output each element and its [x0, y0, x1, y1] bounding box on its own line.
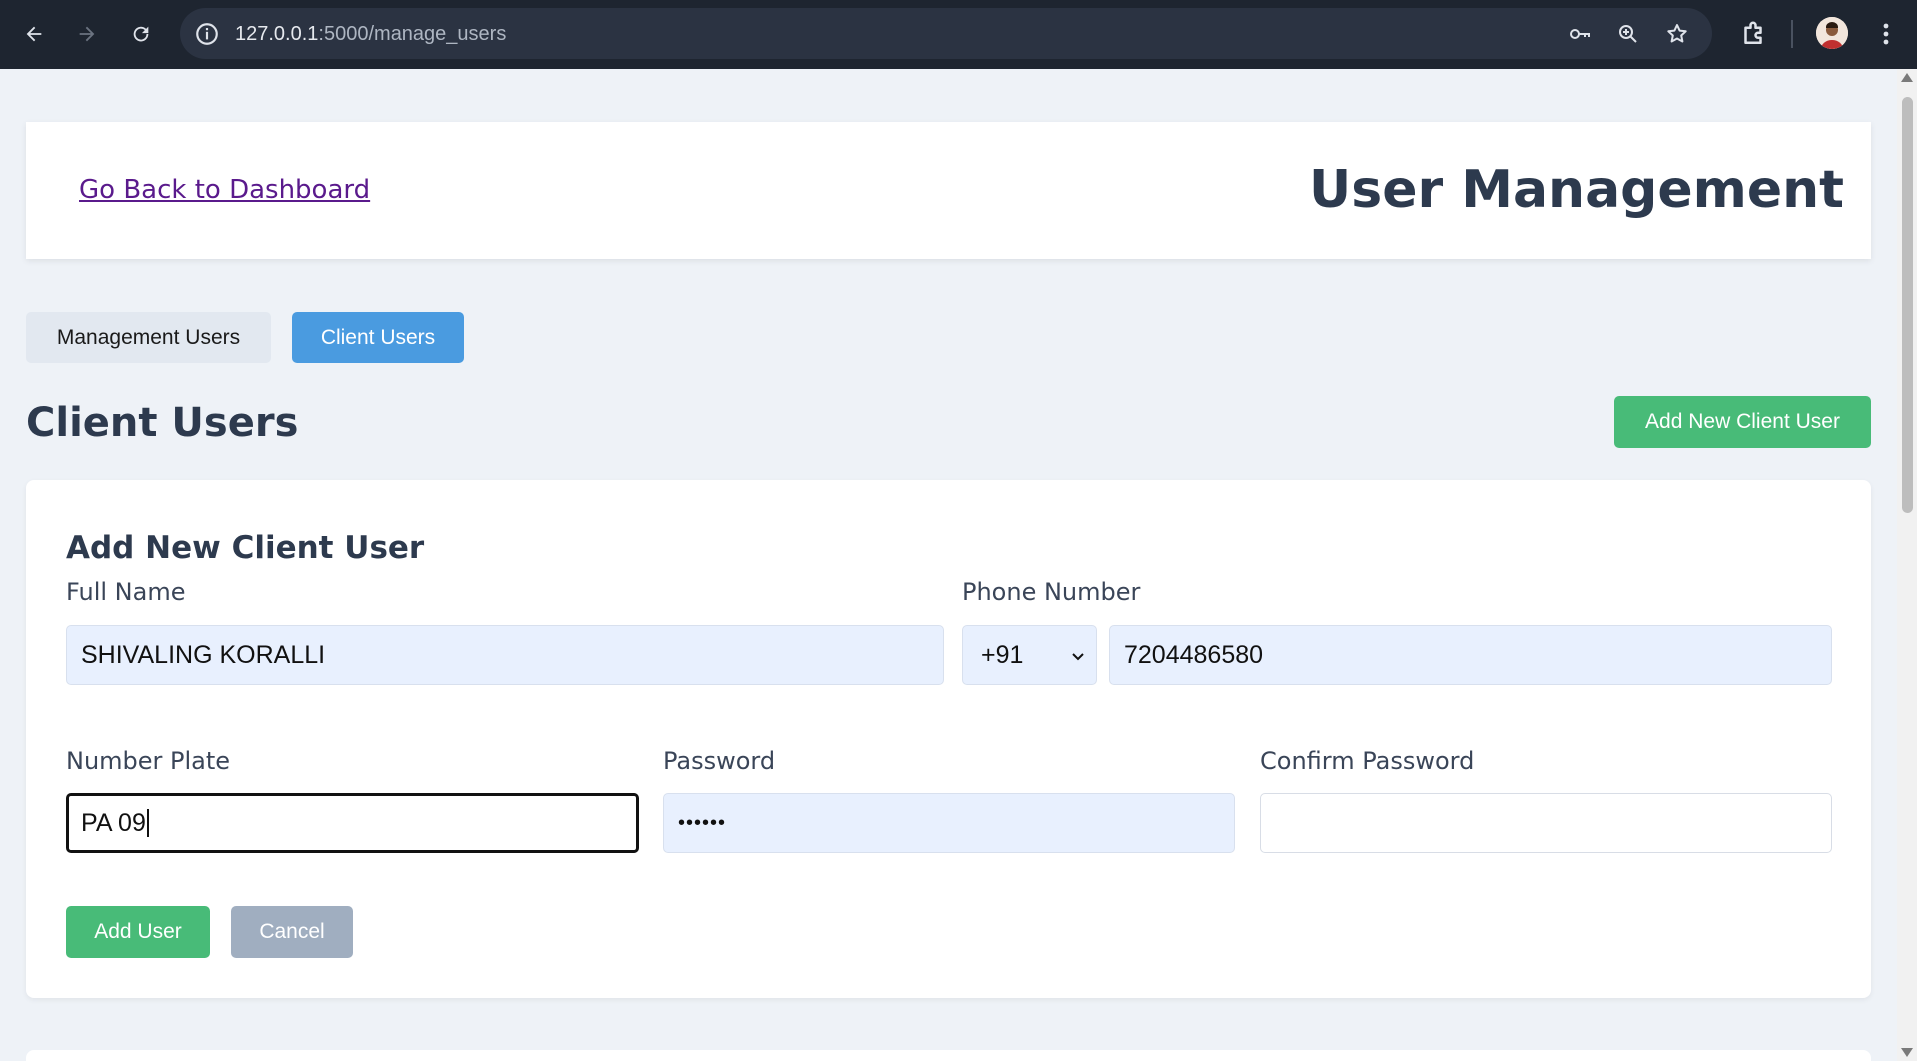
country-code-select[interactable]: +91	[962, 625, 1097, 685]
text-caret	[146, 809, 149, 837]
key-icon[interactable]	[1566, 20, 1594, 48]
add-client-user-form: Add New Client User Full Name SHIVALING …	[26, 480, 1871, 998]
header-card: Go Back to Dashboard User Management	[26, 122, 1871, 259]
number-plate-field[interactable]: PA 09	[66, 793, 639, 853]
phone-number-label: Phone Number	[962, 578, 1141, 606]
chevron-down-icon	[1072, 653, 1084, 661]
add-new-client-user-button[interactable]: Add New Client User	[1614, 396, 1871, 448]
password-field[interactable]: ••••••	[663, 793, 1235, 853]
back-arrow-icon[interactable]	[14, 14, 54, 54]
url-text[interactable]: 127.0.0.1:5000/manage_users	[235, 23, 506, 46]
form-title: Add New Client User	[66, 530, 425, 566]
zoom-icon[interactable]	[1614, 20, 1642, 48]
bookmark-star-icon[interactable]	[1663, 20, 1691, 48]
number-plate-value: PA 09	[81, 808, 146, 837]
site-info-icon[interactable]	[194, 21, 220, 47]
password-label: Password	[663, 747, 776, 775]
scrollbar-thumb[interactable]	[1902, 97, 1913, 513]
scroll-up-arrow-icon[interactable]	[1901, 73, 1913, 82]
toolbar-divider	[1791, 20, 1793, 48]
confirm-password-label: Confirm Password	[1260, 747, 1475, 775]
browser-toolbar: 127.0.0.1:5000/manage_users	[0, 0, 1917, 69]
profile-avatar[interactable]	[1816, 17, 1848, 49]
tab-client-users[interactable]: Client Users	[292, 312, 464, 363]
cancel-button[interactable]: Cancel	[231, 906, 353, 958]
confirm-password-field[interactable]	[1260, 793, 1832, 853]
add-user-button[interactable]: Add User	[66, 906, 210, 958]
page-title: User Management	[1309, 160, 1844, 220]
back-to-dashboard-link[interactable]: Go Back to Dashboard	[79, 175, 370, 205]
country-code-value: +91	[981, 640, 1024, 669]
full-name-field[interactable]: SHIVALING KORALLI	[66, 625, 944, 685]
phone-number-field[interactable]: 7204486580	[1109, 625, 1832, 685]
extensions-icon[interactable]	[1738, 19, 1768, 49]
menu-dots-icon[interactable]	[1874, 18, 1898, 50]
full-name-label: Full Name	[66, 578, 186, 606]
address-bar[interactable]: 127.0.0.1:5000/manage_users	[180, 8, 1712, 59]
reload-icon[interactable]	[121, 14, 161, 54]
number-plate-label: Number Plate	[66, 747, 231, 775]
forward-arrow-icon[interactable]	[67, 14, 107, 54]
users-list-card	[26, 1050, 1871, 1061]
tab-management-users[interactable]: Management Users	[26, 312, 271, 363]
scroll-down-arrow-icon[interactable]	[1901, 1048, 1913, 1057]
section-title: Client Users	[26, 400, 299, 446]
